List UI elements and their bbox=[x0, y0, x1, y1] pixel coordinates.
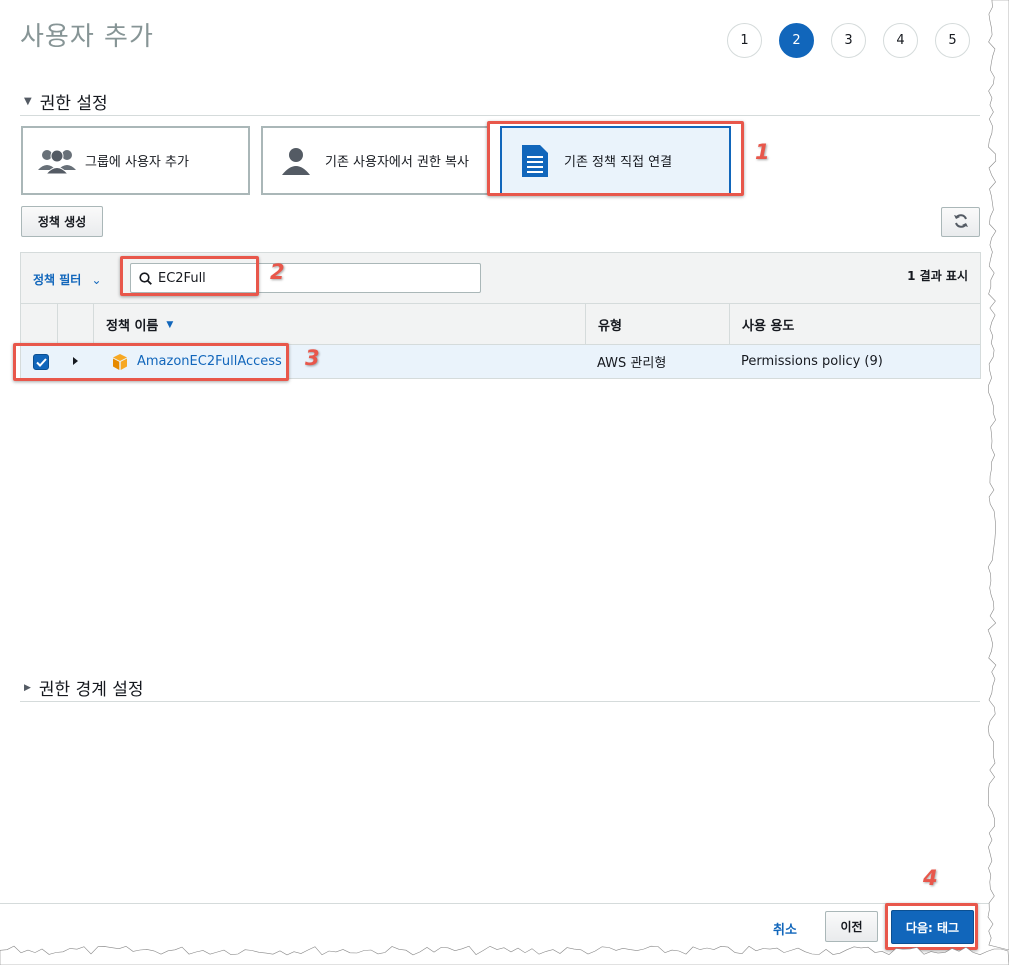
step-1[interactable]: 1 bbox=[727, 23, 762, 58]
column-header-usage[interactable]: 사용 용도 bbox=[729, 304, 981, 345]
annotation-number-3: 3 bbox=[305, 346, 320, 370]
step-2[interactable]: 2 bbox=[779, 23, 814, 58]
column-header-type-label: 유형 bbox=[598, 319, 622, 334]
annotation-number-1: 1 bbox=[755, 140, 770, 164]
refresh-button[interactable] bbox=[941, 207, 980, 237]
annotation-box-3 bbox=[13, 343, 289, 381]
column-header-type[interactable]: 유형 bbox=[585, 304, 729, 345]
boundary-section-header[interactable]: ▶ 권한 경계 설정 bbox=[24, 675, 144, 700]
caret-right-icon: ▶ bbox=[24, 682, 31, 693]
expand-column-header bbox=[57, 304, 93, 345]
annotation-box-2 bbox=[120, 256, 259, 296]
divider bbox=[20, 115, 980, 116]
annotation-number-4: 4 bbox=[923, 866, 938, 890]
annotation-box-1 bbox=[487, 121, 744, 196]
user-icon bbox=[279, 146, 313, 176]
refresh-icon bbox=[953, 213, 969, 232]
step-5[interactable]: 5 bbox=[935, 23, 970, 58]
option-copy-permissions-label: 기존 사용자에서 권한 복사 bbox=[325, 155, 469, 170]
page-title: 사용자 추가 bbox=[20, 22, 154, 52]
option-copy-permissions[interactable]: 기존 사용자에서 권한 복사 bbox=[261, 126, 490, 195]
annotation-box-4 bbox=[885, 903, 978, 950]
previous-button[interactable]: 이전 bbox=[825, 911, 878, 942]
step-3[interactable]: 3 bbox=[831, 23, 866, 58]
result-count: 1 결과 표시 bbox=[907, 269, 968, 283]
column-header-policy-name-label: 정책 이름 bbox=[106, 319, 159, 334]
policy-usage-cell: Permissions policy (9) bbox=[741, 354, 883, 369]
policy-type-cell: AWS 관리형 bbox=[597, 356, 667, 371]
table-header: 정책 이름 ▼ 유형 사용 용도 bbox=[20, 303, 981, 345]
cancel-link[interactable]: 취소 bbox=[773, 919, 797, 938]
column-header-usage-label: 사용 용도 bbox=[742, 319, 795, 334]
option-add-to-group-label: 그룹에 사용자 추가 bbox=[85, 155, 189, 170]
option-add-to-group[interactable]: 그룹에 사용자 추가 bbox=[21, 126, 250, 195]
step-4[interactable]: 4 bbox=[883, 23, 918, 58]
column-header-policy-name[interactable]: 정책 이름 ▼ bbox=[93, 304, 585, 345]
annotation-number-2: 2 bbox=[270, 260, 285, 284]
create-policy-button[interactable]: 정책 생성 bbox=[21, 206, 103, 237]
sort-desc-icon: ▼ bbox=[166, 319, 174, 330]
policy-filter-dropdown[interactable]: 정책 필터 ⌄ bbox=[33, 271, 102, 288]
boundary-section-title: 권한 경계 설정 bbox=[38, 680, 144, 700]
divider bbox=[20, 701, 980, 702]
permissions-section-title: 권한 설정 bbox=[39, 94, 108, 114]
policy-filter-label: 정책 필터 bbox=[33, 273, 82, 287]
step-indicator: 1 2 3 4 5 bbox=[727, 23, 987, 58]
chevron-down-icon: ⌄ bbox=[91, 273, 102, 287]
caret-down-icon: ▼ bbox=[24, 96, 32, 107]
select-column-header bbox=[21, 304, 57, 345]
users-group-icon bbox=[37, 146, 77, 176]
footer-divider bbox=[0, 903, 1009, 904]
permissions-section-header[interactable]: ▼ 권한 설정 bbox=[24, 89, 108, 114]
